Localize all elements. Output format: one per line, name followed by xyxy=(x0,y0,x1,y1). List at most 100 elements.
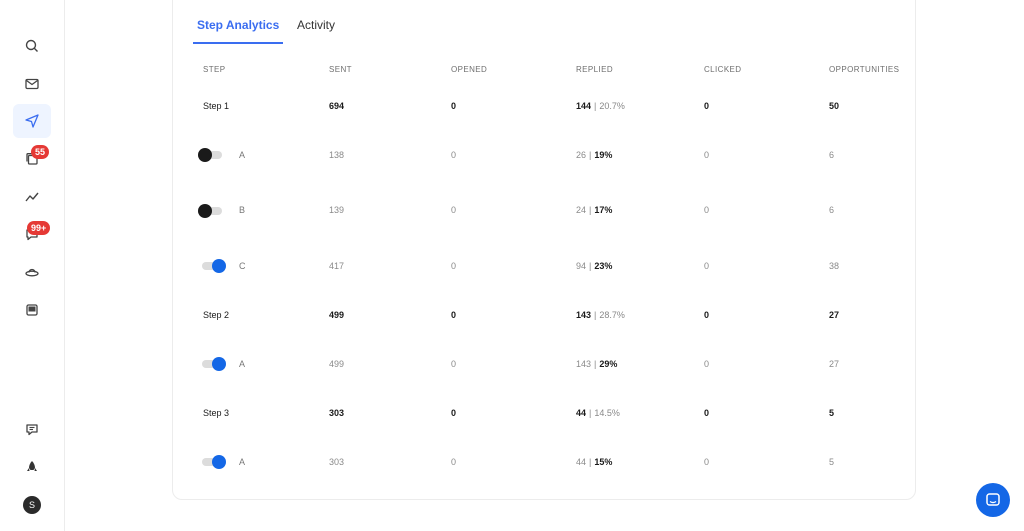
replied-count: 144 xyxy=(576,101,592,111)
step-label: Step 3 xyxy=(203,408,230,418)
copy-badge: 55 xyxy=(31,145,50,159)
rocket-icon xyxy=(27,461,37,471)
step-label: Step 2 xyxy=(203,310,230,320)
inbox-icon xyxy=(26,304,38,316)
variant-toggle[interactable] xyxy=(200,455,226,469)
replied-value: 143 | 28.7% xyxy=(576,310,625,320)
nav-campaigns[interactable] xyxy=(13,104,51,138)
opportunities-value: 5 xyxy=(829,408,835,418)
replied-count: 26 xyxy=(576,150,587,160)
sent-value: 138 xyxy=(329,150,345,160)
ufo-icon xyxy=(25,268,39,277)
replied-separator: | xyxy=(594,101,597,111)
nav-crm[interactable] xyxy=(13,255,51,289)
replied-count: 94 xyxy=(576,261,587,271)
tab-step-analytics[interactable]: Step Analytics xyxy=(193,18,291,44)
replied-separator: | xyxy=(594,310,597,320)
opportunities-value: 38 xyxy=(829,261,840,271)
tab-activity[interactable]: Activity xyxy=(293,18,347,42)
clicked-value: 0 xyxy=(704,205,710,215)
sent-value: 303 xyxy=(329,408,345,418)
tab-activity-label: Activity xyxy=(297,18,336,32)
replied-value: 94 | 23% xyxy=(576,261,612,271)
analytics-card xyxy=(172,0,916,500)
clicked-value: 0 xyxy=(704,150,710,160)
sent-value: 303 xyxy=(329,457,345,467)
opened-value: 0 xyxy=(451,310,457,320)
opened-value: 0 xyxy=(451,261,457,271)
variant-label: A xyxy=(239,359,246,369)
opened-value: 0 xyxy=(451,205,457,215)
replied-percent: 23% xyxy=(594,261,613,271)
analytics-icon xyxy=(25,192,39,202)
nav-inbox[interactable] xyxy=(13,293,51,327)
opportunities-value: 50 xyxy=(829,101,840,111)
clicked-value: 0 xyxy=(704,310,710,320)
sidebar: 55 99+ S xyxy=(0,0,65,531)
replied-separator: | xyxy=(594,359,597,369)
column-header-opened: OPENED xyxy=(451,65,488,74)
opened-value: 0 xyxy=(451,150,457,160)
replied-value: 24 | 17% xyxy=(576,205,612,215)
sent-value: 694 xyxy=(329,101,345,111)
variant-toggle[interactable] xyxy=(198,148,224,162)
mail-icon xyxy=(25,78,39,90)
opportunities-value: 27 xyxy=(829,310,840,320)
chat-badge: 99+ xyxy=(27,221,51,235)
clicked-value: 0 xyxy=(704,101,710,111)
replied-separator: | xyxy=(589,408,592,418)
nav-feedback[interactable] xyxy=(13,413,51,447)
variant-toggle[interactable] xyxy=(198,204,224,218)
column-header-sent: SENT xyxy=(329,65,352,74)
clicked-value: 0 xyxy=(704,408,710,418)
variant-toggle[interactable] xyxy=(200,259,226,273)
sent-value: 499 xyxy=(329,310,345,320)
replied-percent: 17% xyxy=(594,205,613,215)
replied-count: 24 xyxy=(576,205,587,215)
tab-step-analytics-label: Step Analytics xyxy=(193,18,284,44)
opportunities-value: 27 xyxy=(829,359,840,369)
nav-search[interactable] xyxy=(13,29,51,63)
replied-count: 143 xyxy=(576,310,592,320)
replied-count: 44 xyxy=(576,408,587,418)
nav-rocket[interactable] xyxy=(13,450,51,484)
variant-label: B xyxy=(239,205,246,215)
opened-value: 0 xyxy=(451,408,457,418)
support-chat-button[interactable] xyxy=(976,483,1010,517)
column-header-replied: REPLIED xyxy=(576,65,614,74)
replied-separator: | xyxy=(589,457,592,467)
opened-value: 0 xyxy=(451,359,457,369)
opportunities-value: 6 xyxy=(829,205,835,215)
replied-percent: 28.7% xyxy=(599,310,625,320)
replied-percent: 14.5% xyxy=(594,408,620,418)
clicked-value: 0 xyxy=(704,261,710,271)
opportunities-value: 5 xyxy=(829,457,835,467)
replied-value: 44 | 14.5% xyxy=(576,408,620,418)
nav-analytics[interactable] xyxy=(13,180,51,214)
chat-bubble-icon xyxy=(986,493,1000,506)
variant-label: A xyxy=(239,150,246,160)
sent-value: 499 xyxy=(329,359,345,369)
replied-percent: 15% xyxy=(594,457,613,467)
feedback-icon xyxy=(26,424,38,436)
opened-value: 0 xyxy=(451,101,457,111)
avatar[interactable]: S xyxy=(23,496,41,514)
send-icon xyxy=(25,114,39,128)
sent-value: 139 xyxy=(329,205,345,215)
replied-count: 44 xyxy=(576,457,587,467)
nav-mail[interactable] xyxy=(13,67,51,101)
column-header-clicked: CLICKED xyxy=(704,65,742,74)
replied-separator: | xyxy=(589,205,592,215)
clicked-value: 0 xyxy=(704,359,710,369)
search-icon xyxy=(25,39,38,52)
opened-value: 0 xyxy=(451,457,457,467)
variant-toggle[interactable] xyxy=(200,357,226,371)
column-header-step: STEP xyxy=(203,65,226,74)
replied-count: 143 xyxy=(576,359,592,369)
clicked-value: 0 xyxy=(704,457,710,467)
column-header-opportunities: OPPORTUNITIES xyxy=(829,65,900,74)
replied-separator: | xyxy=(589,261,592,271)
replied-value: 144 | 20.7% xyxy=(576,101,625,111)
opportunities-value: 6 xyxy=(829,150,835,160)
replied-separator: | xyxy=(589,150,592,160)
